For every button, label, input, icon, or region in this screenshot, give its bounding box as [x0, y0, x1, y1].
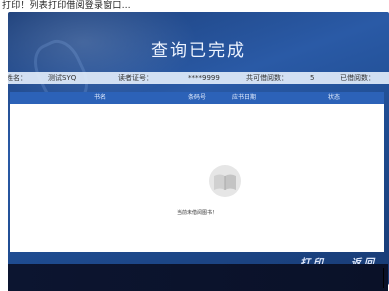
text-cursor [383, 268, 384, 288]
empty-state-text: 当前未借阅图书！ [176, 210, 217, 216]
col-status: 状态 [328, 94, 341, 101]
book-icon [209, 165, 241, 197]
table-header: 书名 条码号 应书日期 状态 [10, 92, 384, 104]
col-barcode: 条码号 [188, 94, 207, 101]
col-due-date: 应书日期 [232, 94, 257, 101]
reader-info-bar: 姓名： 测试SYQ 读者证号： ****9999 共可借阅数： 5 已借阅数： [8, 72, 389, 84]
card-value: ****9999 [188, 74, 220, 82]
can-borrow-label: 共可借阅数： [246, 74, 288, 82]
name-label: 姓名： [8, 74, 27, 82]
name-value: 测试SYQ [48, 74, 77, 82]
caption-text: 打印！列表打印借阅登录窗口… [2, 1, 131, 11]
card-label: 读者证号： [118, 74, 153, 82]
borrowed-label: 已借阅数： [340, 74, 375, 82]
photo-stage: 打印！列表打印借阅登录窗口… 查询已完成 姓名： 测试SYQ 读者证号： ***… [0, 0, 389, 291]
kiosk-screen: 查询已完成 姓名： 测试SYQ 读者证号： ****9999 共可借阅数： 5 … [8, 12, 389, 285]
col-title: 书名 [94, 94, 107, 101]
bezel-shadow [8, 264, 388, 291]
can-borrow-value: 5 [310, 74, 315, 82]
page-title: 查询已完成 [151, 41, 246, 61]
table-body: 当前未借阅图书！ [10, 104, 384, 252]
